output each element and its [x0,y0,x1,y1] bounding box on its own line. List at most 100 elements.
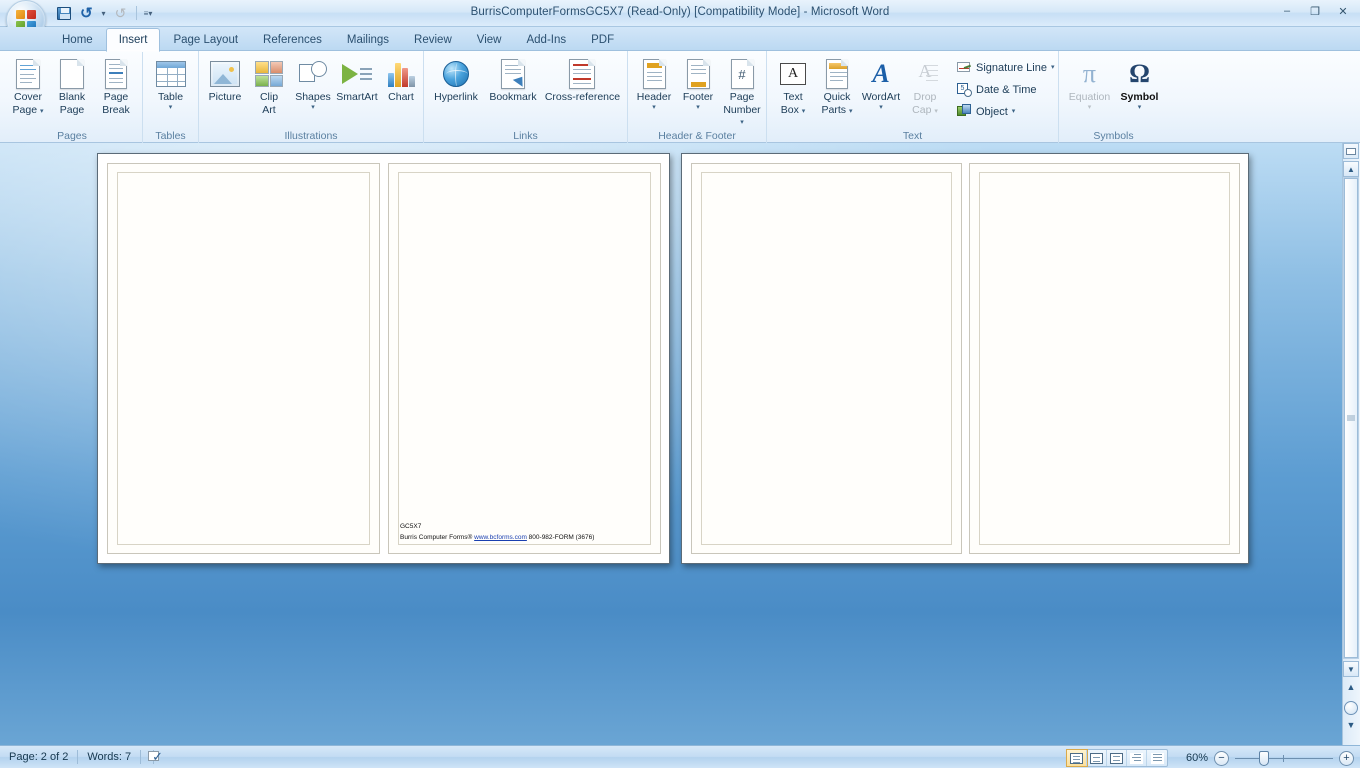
tab-review[interactable]: Review [402,29,464,51]
hyperlink-label: Hyperlink [434,91,478,103]
smartart-button[interactable]: SmartArt [335,55,379,104]
zoom-slider[interactable] [1235,750,1333,766]
page-number-button[interactable]: # Page Number ▾ [720,55,764,128]
view-outline-button[interactable] [1127,750,1147,766]
wordart-button[interactable]: A WordArt ▾ [859,55,903,111]
document-text-footer: Burris Computer Forms® www.bcforms.com 8… [400,534,595,541]
symbol-label: Symbol [1120,91,1159,103]
word-count[interactable]: Words: 7 [78,749,140,766]
table-button[interactable]: Table ▾ [147,55,194,111]
chevron-down-icon: ▾ [934,107,938,115]
close-button[interactable]: ✕ [1330,2,1356,20]
date-time-button[interactable]: 5 Date & Time [953,79,1058,100]
tab-view[interactable]: View [465,29,514,51]
triangle-down-icon: ▼ [1347,664,1355,674]
draft-icon [1150,752,1164,764]
slider-thumb[interactable] [1259,750,1269,766]
group-label-tables: Tables [155,130,186,142]
view-print-layout-button[interactable] [1066,749,1088,767]
blank-page-label-1: Blank [58,91,86,103]
footer-button[interactable]: Footer ▾ [676,55,720,111]
undo-dropdown[interactable]: ▾ [99,3,108,23]
document-page-3[interactable] [691,163,962,554]
document-page-1[interactable] [107,163,380,554]
tab-add-ins[interactable]: Add-Ins [514,29,578,51]
cross-reference-button[interactable]: Cross-reference [542,55,623,104]
tab-home[interactable]: Home [50,29,105,51]
wordart-icon: A [872,59,890,88]
document-spread-1[interactable]: GC5X7 Burris Computer Forms® www.bcforms… [97,153,670,564]
header-button[interactable]: Header ▾ [632,55,676,111]
table-icon [155,57,186,91]
symbol-button[interactable]: Ω Symbol ▾ [1116,55,1164,111]
zoom-level-label[interactable]: 60% [1174,752,1208,764]
smartart-label: SmartArt [336,91,378,103]
customize-qat-button[interactable]: ≡▾ [142,3,154,23]
page-indicator[interactable]: Page: 2 of 2 [0,749,77,766]
scroll-up-button[interactable]: ▲ [1343,161,1359,177]
margin-guide [117,172,370,545]
document-canvas[interactable]: GC5X7 Burris Computer Forms® www.bcforms… [0,143,1360,745]
text-box-button[interactable]: A Text Box ▾ [771,55,815,116]
vertical-scrollbar[interactable]: ▲ ▼ ▲ ▼ [1342,143,1360,745]
symbol-icon: Ω [1129,59,1150,88]
shapes-button[interactable]: Shapes ▾ [291,55,335,111]
word-application-window: BurrisComputerFormsGC5X7 (Read-Only) [Co… [0,0,1360,768]
bookmark-button[interactable]: Bookmark [484,55,542,104]
minimize-button[interactable]: – [1274,2,1300,20]
zoom-in-button[interactable]: + [1339,750,1354,766]
header-label: Header [636,91,672,103]
page-break-button[interactable]: Page Break [94,55,138,116]
tab-page-layout[interactable]: Page Layout [161,29,250,51]
footer-icon [686,57,710,91]
blank-page-button[interactable]: Blank Page [50,55,94,116]
proofing-status-button[interactable]: ✓ [141,749,163,766]
equation-button[interactable]: π Equation ▾ [1064,55,1116,111]
quick-parts-button[interactable]: Quick Parts ▾ [815,55,859,116]
ribbon-tabs: Home Insert Page Layout References Maili… [50,27,627,52]
date-time-icon: 5 [957,82,972,97]
page-number-icon: # [730,57,754,91]
tab-mailings[interactable]: Mailings [335,29,401,51]
select-browse-object-button[interactable] [1344,701,1358,715]
document-text-code: GC5X7 [400,523,422,530]
signature-line-button[interactable]: Signature Line ▾ [953,57,1058,78]
bookmark-label: Bookmark [489,91,537,103]
drop-cap-button[interactable]: A Drop Cap ▾ [903,55,947,116]
qat-separator [136,6,137,20]
scrollbar-thumb[interactable] [1344,178,1358,658]
picture-button[interactable]: Picture [203,55,247,104]
zoom-out-button[interactable]: − [1214,750,1229,766]
redo-button[interactable]: ↺ [110,3,131,23]
chart-button[interactable]: Chart [379,55,423,104]
scroll-down-button[interactable]: ▼ [1343,661,1359,677]
tab-insert[interactable]: Insert [105,28,161,52]
save-button[interactable] [53,3,74,23]
document-spread-2[interactable] [681,153,1249,564]
chevron-down-icon: ▾ [801,107,806,115]
next-page-button[interactable]: ▼ [1343,717,1359,733]
view-full-screen-reading-button[interactable] [1087,750,1107,766]
bookmark-icon [500,57,528,91]
previous-page-button[interactable]: ▲ [1343,679,1359,695]
view-web-layout-button[interactable] [1107,750,1127,766]
view-ruler-button[interactable] [1343,143,1359,159]
group-label-links: Links [513,130,538,142]
cover-page-button[interactable]: Cover Page ▾ [6,55,50,116]
chevron-down-icon: ▾ [101,8,106,18]
blank-page-label-2: Page [59,103,85,116]
outline-icon [1130,752,1143,764]
tab-references[interactable]: References [251,29,334,51]
clip-art-button[interactable]: Clip Art [247,55,291,116]
bcforms-hyperlink[interactable]: www.bcforms.com [474,534,527,541]
wordart-label: WordArt [861,91,901,103]
object-button[interactable]: Object ▾ [953,101,1058,122]
view-draft-button[interactable] [1147,750,1167,766]
document-page-2[interactable]: GC5X7 Burris Computer Forms® www.bcforms… [388,163,661,554]
hyperlink-button[interactable]: Hyperlink [428,55,484,104]
tab-pdf[interactable]: PDF [579,29,626,51]
scrollbar-track[interactable] [1343,177,1359,659]
document-page-4[interactable] [969,163,1240,554]
restore-button[interactable]: ❐ [1302,2,1328,20]
undo-button[interactable]: ↻ [76,3,97,23]
